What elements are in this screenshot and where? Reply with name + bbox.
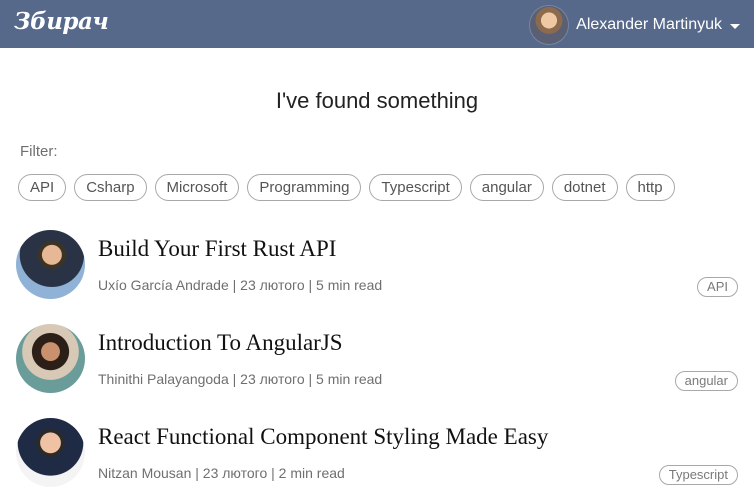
app-logo[interactable]: Збирач <box>14 8 109 35</box>
article-meta: Nitzan Mousan | 23 лютого | 2 min read <box>98 465 345 481</box>
filter-chip-microsoft[interactable]: Microsoft <box>154 174 240 201</box>
user-menu[interactable]: Alexander Martinyuk <box>530 6 740 44</box>
user-name[interactable]: Alexander Martinyuk <box>576 16 722 34</box>
chevron-down-icon[interactable] <box>730 23 740 29</box>
article-tag[interactable]: Typescript <box>658 465 738 485</box>
user-avatar[interactable] <box>530 6 569 44</box>
filter-chip-csharp[interactable]: Csharp <box>74 174 147 201</box>
article-title[interactable]: Build Your First Rust API <box>98 236 336 262</box>
article-item[interactable]: Introduction To AngularJS Thinithi Palay… <box>16 324 738 404</box>
author-avatar <box>16 230 85 299</box>
filter-chip-typescript[interactable]: Typescript <box>369 174 462 201</box>
filter-chips: API Csharp Microsoft Programming Typescr… <box>18 174 675 201</box>
article-item[interactable]: React Functional Component Styling Made … <box>16 418 738 498</box>
filter-label: Filter: <box>20 143 58 160</box>
article-tag[interactable]: API <box>697 277 738 297</box>
article-title[interactable]: Introduction To AngularJS <box>98 330 343 356</box>
article-meta: Uxío García Andrade | 23 лютого | 5 min … <box>98 277 383 293</box>
top-navbar: Збирач Alexander Martinyuk <box>0 0 754 48</box>
page-title: I've found something <box>275 88 479 113</box>
filter-chip-angular[interactable]: angular <box>469 174 544 201</box>
filter-chip-api[interactable]: API <box>18 174 67 201</box>
author-avatar <box>16 324 85 393</box>
filter-chip-programming[interactable]: Programming <box>247 174 362 201</box>
filter-chip-dotnet[interactable]: dotnet <box>551 174 618 201</box>
article-meta: Thinithi Palayangoda | 23 лютого | 5 min… <box>98 371 383 387</box>
filter-chip-http[interactable]: http <box>625 174 675 201</box>
article-title[interactable]: React Functional Component Styling Made … <box>98 424 548 450</box>
article-tag[interactable]: angular <box>674 371 738 391</box>
author-avatar <box>16 418 85 487</box>
article-item[interactable]: Build Your First Rust API Uxío García An… <box>16 230 738 310</box>
